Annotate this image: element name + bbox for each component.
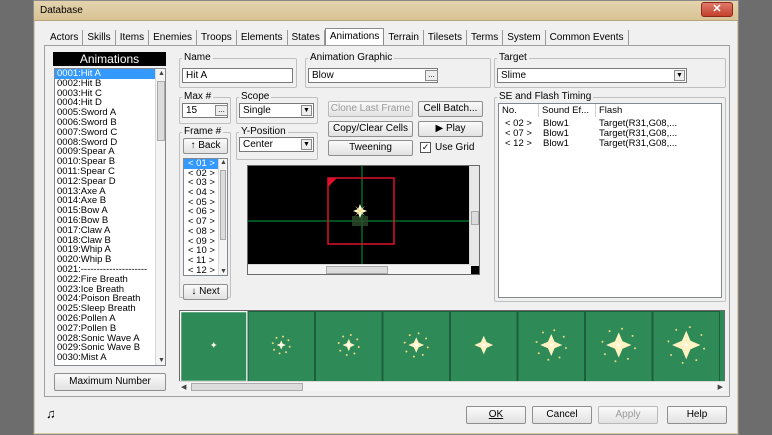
table-cell-sound: Blow1 bbox=[543, 138, 569, 149]
tab-animations[interactable]: Animations bbox=[324, 28, 385, 46]
tab-system[interactable]: System bbox=[503, 30, 546, 46]
cell-batch-button[interactable]: Cell Batch... bbox=[418, 101, 483, 117]
tab-terrain[interactable]: Terrain bbox=[384, 30, 424, 46]
frame-strip-svg bbox=[180, 311, 720, 381]
animations-header: Animations bbox=[53, 52, 166, 66]
cancel-button[interactable]: Cancel bbox=[532, 406, 592, 424]
window-title: Database bbox=[40, 5, 83, 16]
tab-tilesets[interactable]: Tilesets bbox=[424, 30, 467, 46]
hit-spark-icon bbox=[353, 204, 367, 218]
scope-label: Scope bbox=[239, 91, 272, 102]
table-row[interactable]: < 12 > Blow1 Target(R31,G08,... bbox=[499, 139, 721, 149]
tab-enemies[interactable]: Enemies bbox=[149, 30, 198, 46]
column-header-no[interactable]: No. bbox=[499, 104, 539, 117]
frame-listbox[interactable]: < 01 > < 02 > < 03 > < 04 > < 05 > < 06 > < 07… bbox=[183, 158, 228, 276]
title-bar: Database ✕ bbox=[34, 1, 738, 21]
scroll-thumb[interactable] bbox=[157, 81, 165, 141]
target-label: Target bbox=[497, 52, 529, 63]
tab-troops[interactable]: Troops bbox=[197, 30, 237, 46]
use-grid-label: Use Grid bbox=[435, 142, 475, 153]
chevron-down-icon[interactable]: ▼ bbox=[301, 139, 312, 150]
table-cell-no: < 12 > bbox=[505, 138, 532, 149]
max-label: Max # bbox=[182, 91, 214, 102]
animation-list: 0001:Hit A 0002:Hit B 0003:Hit C 0004:Hit D… bbox=[55, 69, 165, 363]
tab-common-events[interactable]: Common Events bbox=[546, 30, 629, 46]
tab-actors[interactable]: Actors bbox=[46, 30, 84, 46]
spark-icon bbox=[535, 329, 567, 361]
spark-icon bbox=[337, 334, 360, 356]
animation-preview-canvas[interactable] bbox=[247, 165, 480, 275]
tab-elements[interactable]: Elements bbox=[237, 30, 288, 46]
spark-icon bbox=[667, 326, 706, 364]
database-window: Database ✕ Actors Skills Items Enemies T… bbox=[33, 0, 739, 435]
chevron-down-icon[interactable]: ▼ bbox=[674, 70, 685, 81]
maximum-number-button[interactable]: Maximum Number bbox=[54, 373, 166, 391]
column-header-flash[interactable]: Flash bbox=[596, 104, 721, 117]
scroll-thumb[interactable] bbox=[220, 170, 226, 240]
frame-list-scrollbar[interactable]: ▲ ▼ bbox=[218, 159, 227, 275]
animation-graphic-field[interactable]: Blow bbox=[308, 68, 438, 83]
list-item[interactable]: 0030:Mist A bbox=[55, 353, 165, 363]
animation-list-scrollbar[interactable]: ▲ ▼ bbox=[155, 69, 165, 365]
spark-icon bbox=[403, 332, 429, 358]
ok-button[interactable]: OK bbox=[466, 406, 526, 424]
animations-panel: Animations 0001:Hit A 0002:Hit B 0003:Hit … bbox=[44, 45, 730, 397]
y-position-label: Y-Position bbox=[239, 126, 288, 137]
music-note-icon[interactable]: ♫ bbox=[46, 406, 56, 421]
cell-corner-marker bbox=[328, 178, 337, 187]
tab-states[interactable]: States bbox=[288, 30, 325, 46]
spark-icon bbox=[601, 327, 637, 363]
animation-graphic-ellipsis-button[interactable]: ... bbox=[425, 70, 438, 81]
scroll-thumb[interactable] bbox=[191, 383, 303, 391]
name-field[interactable]: Hit A bbox=[182, 68, 293, 83]
preview-vscroll[interactable] bbox=[469, 166, 479, 266]
tab-terms[interactable]: Terms bbox=[467, 30, 504, 46]
se-flash-label: SE and Flash Timing bbox=[497, 91, 594, 102]
scroll-thumb[interactable] bbox=[326, 266, 388, 274]
tweening-button[interactable]: Tweening bbox=[328, 140, 413, 156]
tab-skills[interactable]: Skills bbox=[83, 30, 116, 46]
close-button[interactable]: ✕ bbox=[701, 2, 733, 17]
back-button[interactable]: ↑ Back bbox=[183, 138, 228, 154]
chevron-down-icon[interactable]: ▼ bbox=[301, 105, 312, 116]
animation-graphic-label: Animation Graphic bbox=[308, 52, 395, 63]
apply-button[interactable]: Apply bbox=[598, 406, 658, 424]
scroll-thumb[interactable] bbox=[471, 211, 479, 225]
tab-items[interactable]: Items bbox=[116, 30, 150, 46]
frame-label: Frame # bbox=[182, 126, 224, 137]
copy-clear-cells-button[interactable]: Copy/Clear Cells bbox=[328, 121, 413, 137]
animation-listbox[interactable]: 0001:Hit A 0002:Hit B 0003:Hit C 0004:Hit D… bbox=[54, 68, 166, 366]
spark-icon bbox=[210, 342, 217, 348]
spark-icon bbox=[271, 335, 291, 355]
frame-strip[interactable] bbox=[179, 310, 725, 382]
preview-svg bbox=[248, 166, 479, 274]
preview-hscroll[interactable] bbox=[248, 264, 471, 274]
play-button[interactable]: ▶ Play bbox=[418, 121, 483, 137]
use-grid-checkbox[interactable]: ✓ bbox=[420, 142, 431, 153]
tab-bar: Actors Skills Items Enemies Troops Eleme… bbox=[46, 28, 629, 46]
help-button[interactable]: Help bbox=[667, 406, 727, 424]
spark-icon bbox=[474, 335, 494, 355]
name-label: Name bbox=[182, 52, 213, 63]
target-select[interactable]: Slime bbox=[497, 68, 687, 83]
frame-strip-scrollbar[interactable]: ◀ ▶ bbox=[179, 381, 725, 391]
table-cell-flash: Target(R31,G08,... bbox=[599, 138, 678, 149]
clone-last-frame-button[interactable]: Clone Last Frame bbox=[328, 101, 413, 117]
max-ellipsis-button[interactable]: ... bbox=[215, 105, 228, 116]
se-flash-table[interactable]: No. Sound Ef... Flash < 02 > Blow1 Target(… bbox=[498, 103, 722, 298]
column-header-sound[interactable]: Sound Ef... bbox=[539, 104, 596, 117]
next-button[interactable]: ↓ Next bbox=[183, 284, 228, 300]
